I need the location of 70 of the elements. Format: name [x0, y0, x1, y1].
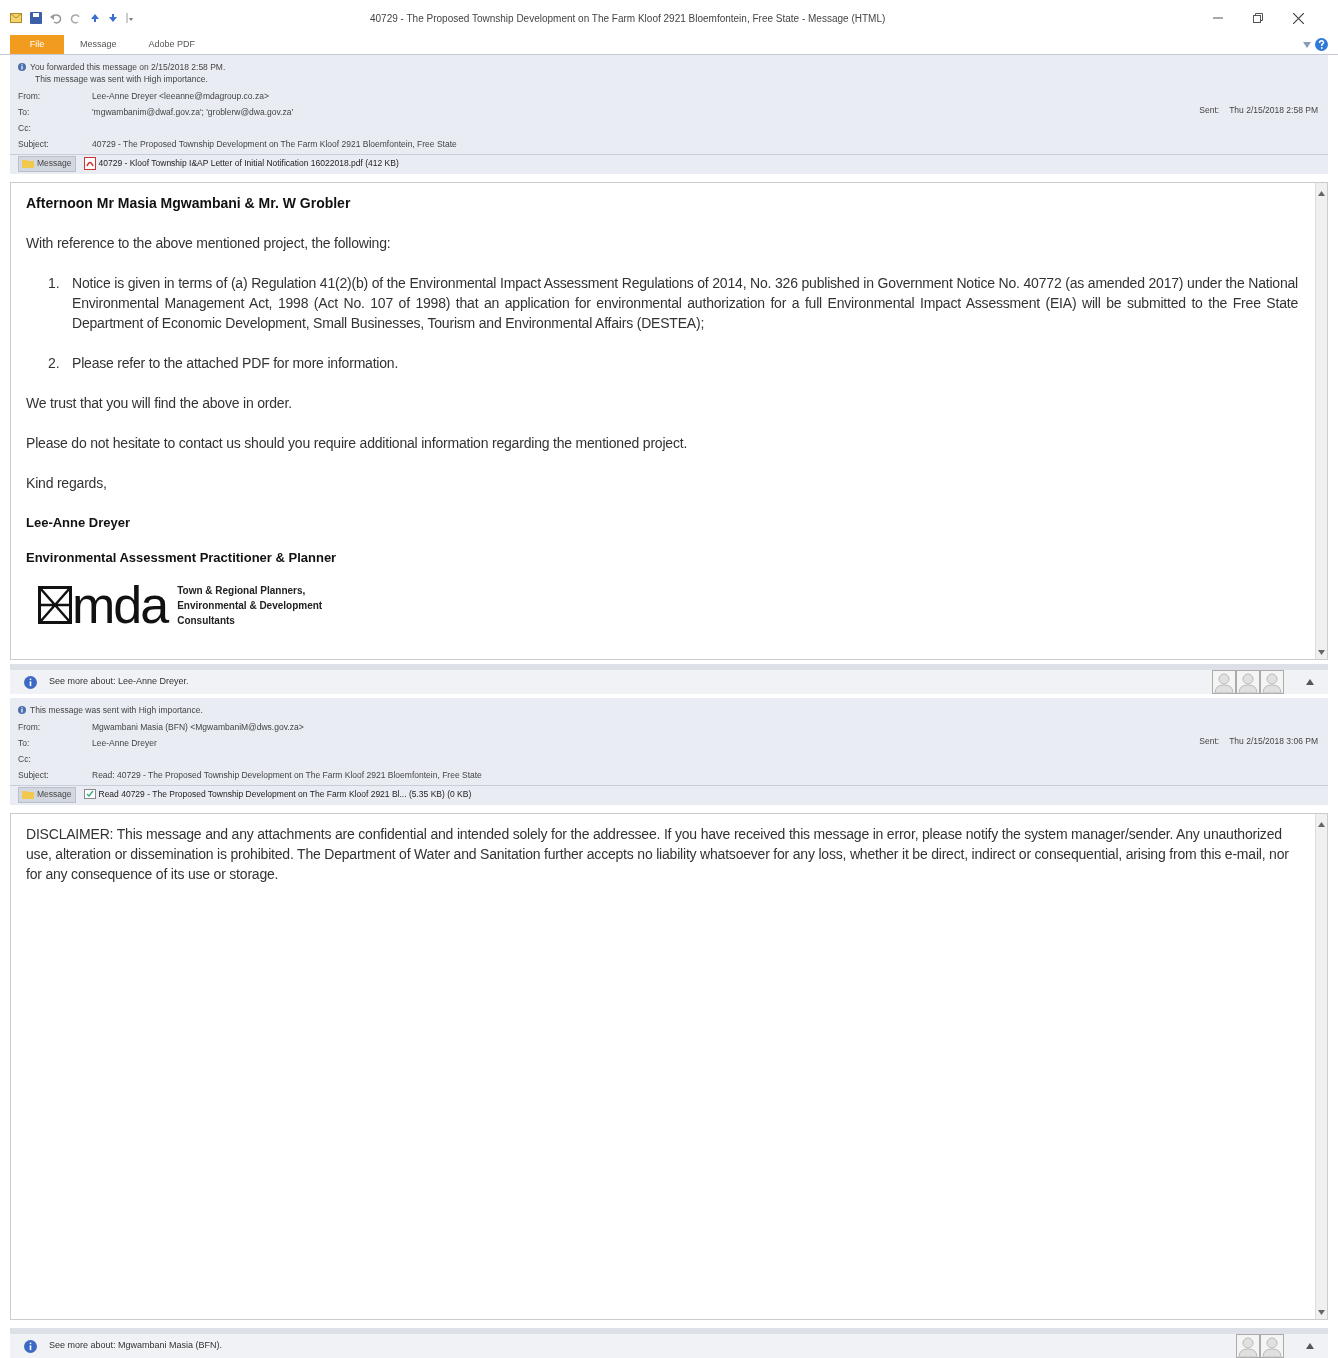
scroll-up-icon[interactable]: [1317, 820, 1326, 829]
field-value: Lee-Anne Dreyer: [92, 736, 157, 750]
list-number: 1.: [48, 274, 61, 293]
field-label: Sent:: [1199, 104, 1220, 117]
attachment-item[interactable]: Read 40729 - The Proposed Township Development on The Farm Kloof 2921 Bl... (5.35 KB) (0 KB): [83, 788, 472, 801]
scroll-up-icon[interactable]: [1317, 189, 1326, 198]
window-title: 40729 - The Proposed Township Development on The Farm Kloof 2921 Bloemfontein, Free State - Message (HTML): [369, 11, 887, 26]
help-icon[interactable]: [1315, 38, 1328, 51]
field-label: Subject:: [18, 768, 50, 782]
field-value: Thu 2/15/2018 2:58 PM: [1229, 104, 1318, 117]
envelope-icon: [10, 13, 22, 23]
field-label: To:: [18, 736, 31, 750]
field-value: Lee-Anne Dreyer <leeanne@mdagroup.co.za>: [92, 89, 269, 103]
undo-icon[interactable]: [50, 12, 62, 24]
logo-tagline: Environmental & Development: [177, 599, 323, 613]
signature-text: Environmental Assessment Practitioner & Planner: [26, 549, 338, 567]
info-icon: [18, 63, 26, 71]
info-icon: [18, 706, 26, 714]
info-text: This message was sent with High importance.: [35, 72, 208, 86]
body-paragraph: With reference to the above mentioned project, the following:: [26, 234, 392, 253]
field-value: Thu 2/15/2018 3:06 PM: [1229, 735, 1318, 748]
list-number: 2.: [48, 354, 61, 373]
logo-text: mda: [72, 583, 168, 627]
close-icon[interactable]: [1293, 12, 1304, 24]
collapse-caret-icon[interactable]: [1303, 41, 1311, 48]
people-pane-text: See more about: Mgwambani Masia (BFN).: [49, 1339, 224, 1353]
expand-caret-icon[interactable]: [1306, 679, 1314, 685]
body-paragraph: Kind regards,: [26, 474, 108, 493]
field-value: Read: 40729 - The Proposed Township Development on The Farm Kloof 2921 Bloemfontein, Free State: [92, 768, 482, 782]
body-paragraph: DISCLAIMER: This message and any attachments are confidential and intended solely for the addressee. If you have received this message in error, please notify the system manager/sender. Any unauthorized use, alteration or dissemination is prohibited. The Department of Water and Sanitation further accepts no liability whatsoever for any loss, whether it be direct, indirect or consequential, arising from this e-mail, nor for any consequence of its use or storage.: [26, 825, 1290, 884]
up-arrow-icon[interactable]: [90, 13, 100, 23]
logo-tagline: Consultants: [177, 614, 236, 628]
info-icon: [24, 1339, 37, 1353]
field-label: Sent:: [1199, 735, 1220, 748]
body-paragraph: We trust that you will find the above in order.: [26, 394, 293, 413]
folder-icon: [22, 790, 34, 799]
save-icon[interactable]: [30, 12, 42, 24]
attachment-item[interactable]: 40729 - Kloof Township I&AP Letter of Initial Notification 16022018.pdf (412 KB): [83, 157, 399, 170]
field-label: From:: [18, 89, 42, 103]
ribbon-tab[interactable]: Message: [64, 35, 133, 54]
field-label: Subject:: [18, 137, 50, 151]
message-tab[interactable]: Message: [18, 155, 76, 172]
scroll-down-icon[interactable]: [1317, 1308, 1326, 1317]
info-text: This message was sent with High importance.: [30, 703, 203, 717]
field-label: From:: [18, 720, 42, 734]
field-value: 'mgwambanim@dwaf.gov.za'; 'groblerw@dwa.gov.za': [92, 105, 294, 119]
field-label: To:: [18, 105, 31, 119]
greeting-text: Afternoon Mr Masia Mgwambani & Mr. W Grobler: [26, 194, 352, 213]
body-paragraph: Please do not hesitate to contact us should you require additional information regarding the mentioned project.: [26, 434, 689, 453]
receipt-icon: [83, 789, 96, 800]
info-icon: [24, 675, 37, 689]
list-item-text: Please refer to the attached PDF for more information.: [72, 354, 400, 373]
logo-mark-icon: [38, 586, 72, 624]
down-arrow-icon[interactable]: [108, 13, 118, 23]
field-value: Mgwambani Masia (BFN) <MgwambaniM@dws.gov.za>: [92, 720, 304, 734]
field-label: Cc:: [18, 752, 32, 766]
customize-icon[interactable]: [126, 13, 134, 23]
scroll-down-icon[interactable]: [1317, 648, 1326, 657]
message-tab[interactable]: Message: [18, 786, 76, 803]
info-text: You forwarded this message on 2/15/2018 2:58 PM.: [30, 60, 226, 74]
ribbon-tab[interactable]: Adobe PDF: [132, 35, 212, 54]
list-item-text: Notice is given in terms of (a) Regulation 41(2)(b) of the Environmental Impact Assessment Regulations of 2014, No. 326 published in Government Notice No. 40772 (as amended 2017) under the National Environmental Management Act, 1998 (Act No. 107 of 1998) that an application for environmental authorization for a full Environmental Impact Assessment (EIA) will be submitted to the Free State Department of Economic Development, Small Businesses, Tourism and Environmental Affairs (DESTEA);: [72, 274, 1299, 333]
folder-icon: [22, 159, 34, 168]
logo-tagline: Town & Regional Planners,: [177, 584, 307, 598]
signature-text: Lee-Anne Dreyer: [26, 514, 132, 532]
expand-caret-icon[interactable]: [1306, 1343, 1314, 1349]
people-pane-text: See more about: Lee-Anne Dreyer.: [49, 675, 190, 689]
restore-icon[interactable]: [1253, 13, 1263, 23]
field-value: 40729 - The Proposed Township Development on The Farm Kloof 2921 Bloemfontein, Free State: [92, 137, 457, 151]
field-label: Cc:: [18, 121, 32, 135]
